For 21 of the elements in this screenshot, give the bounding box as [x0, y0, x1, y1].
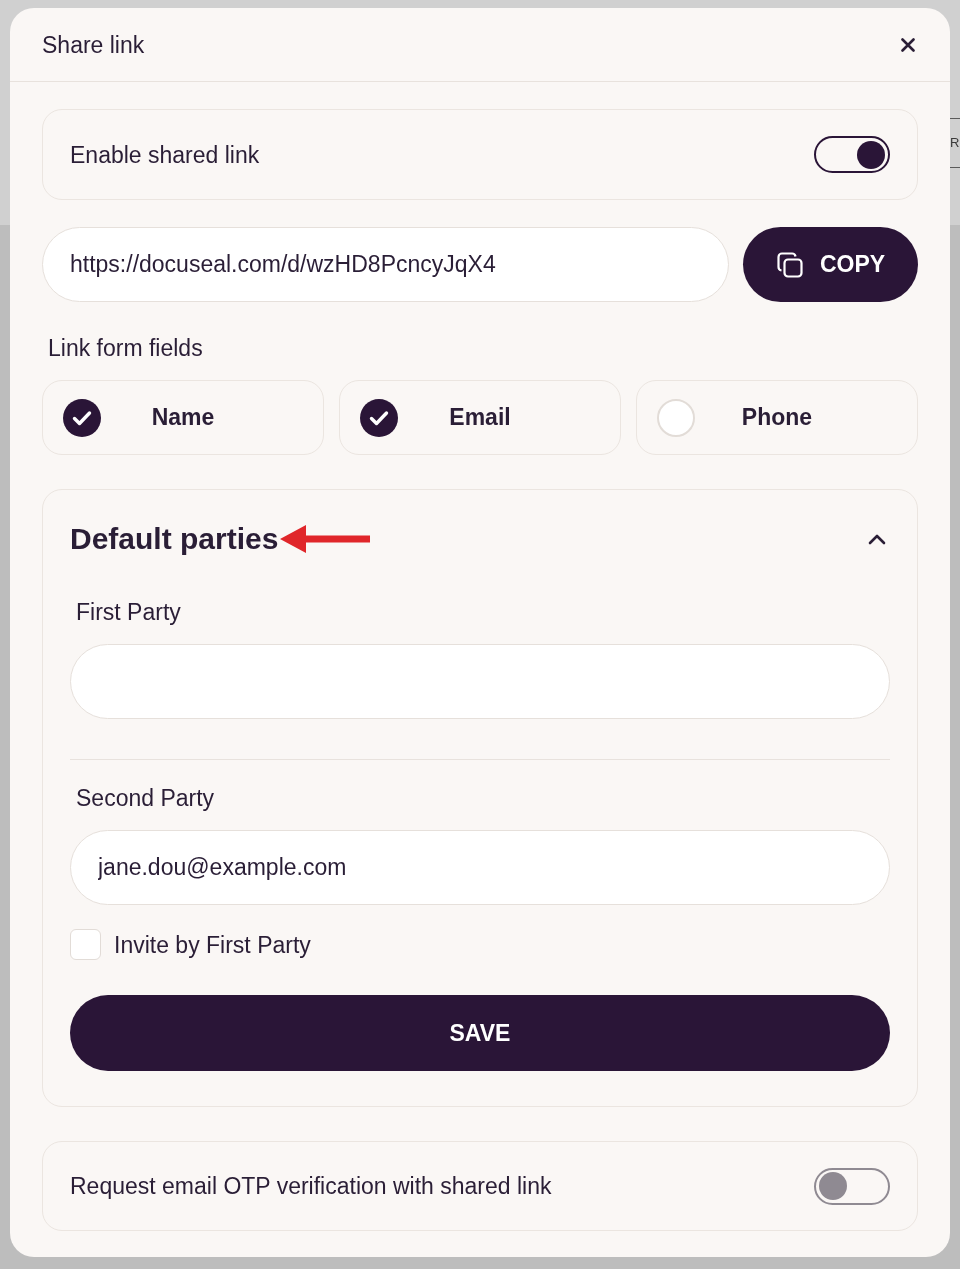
left-arrow-icon: [280, 524, 371, 554]
field-label: Second Party: [75, 784, 215, 813]
copy-icon: [775, 250, 804, 279]
dialog-title: Share link: [42, 30, 145, 60]
close-icon: [901, 37, 915, 52]
checkbox[interactable]: [70, 929, 101, 960]
checkbox-label: Invite by First Party: [114, 930, 311, 960]
field-option[interactable]: Email: [339, 380, 621, 455]
setting-label: Request email OTP verification with shared link: [70, 1172, 552, 1201]
setting-label: Enable shared link: [70, 140, 260, 170]
field-option[interactable]: Name: [42, 380, 324, 455]
toggle-switch[interactable]: [814, 1167, 890, 1205]
url-field[interactable]: https://docuseal.com/d/wzHD8PcncyJqX4: [42, 227, 729, 302]
field-option[interactable]: Phone: [636, 380, 918, 455]
field-label: First Party: [75, 598, 181, 627]
section-heading: Default parties: [70, 521, 279, 557]
toggle-switch[interactable]: [814, 136, 890, 173]
section-label: Link form fields: [47, 334, 203, 363]
copy-button[interactable]: COPY: [743, 227, 918, 302]
party-field[interactable]: jane.dou@example.com: [70, 830, 890, 905]
save-button[interactable]: SAVE: [70, 995, 890, 1071]
